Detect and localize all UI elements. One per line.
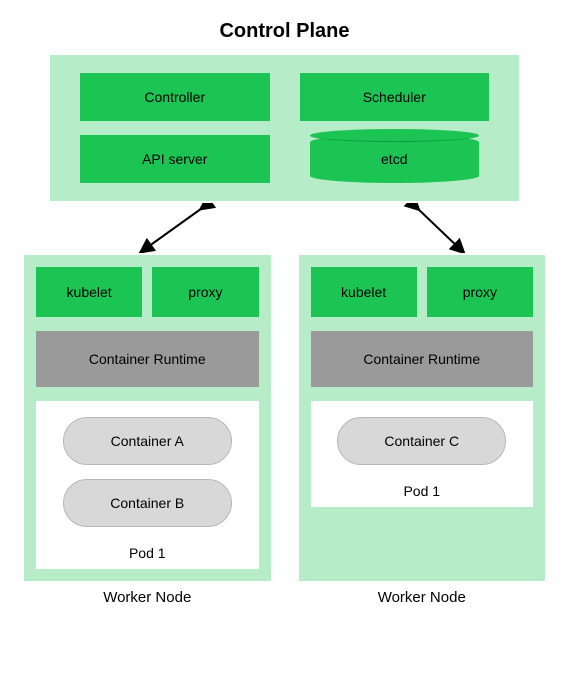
container-c-pill: Container C [337,417,506,465]
arrow-right-icon [415,206,460,249]
worker-labels-row: Worker Node Worker Node [20,581,549,606]
pod-box: Container C Pod 1 [311,401,534,507]
cp-right-col: Scheduler etcd [300,73,490,183]
arrows-svg [20,203,549,253]
container-a-pill: Container A [63,417,232,465]
container-runtime-box: Container Runtime [311,331,534,387]
pod-label: Pod 1 [403,483,440,499]
arrow-left-icon [145,206,205,249]
control-plane-box: Controller API server Scheduler etcd [50,55,519,201]
container-b-pill: Container B [63,479,232,527]
scheduler-box: Scheduler [300,73,490,121]
worker-node-label-1: Worker Node [24,589,271,606]
controller-box: Controller [80,73,270,121]
kubelet-box: kubelet [36,267,142,317]
proxy-box: proxy [152,267,258,317]
container-runtime-box: Container Runtime [36,331,259,387]
arrows-area [20,203,549,253]
pod-box: Container A Container B Pod 1 [36,401,259,569]
pod-label: Pod 1 [129,545,166,561]
worker-node-2: kubelet proxy Container Runtime Containe… [299,255,546,581]
workers-row: kubelet proxy Container Runtime Containe… [20,255,549,581]
worker2-top: kubelet proxy [311,267,534,317]
etcd-label: etcd [381,151,407,167]
etcd-cylinder: etcd [310,135,480,183]
worker1-top: kubelet proxy [36,267,259,317]
cp-left-col: Controller API server [80,73,270,183]
api-server-box: API server [80,135,270,183]
control-plane-title: Control Plane [20,20,549,43]
kubelet-box: kubelet [311,267,417,317]
proxy-box: proxy [427,267,533,317]
worker-node-label-2: Worker Node [299,589,546,606]
worker-node-1: kubelet proxy Container Runtime Containe… [24,255,271,581]
